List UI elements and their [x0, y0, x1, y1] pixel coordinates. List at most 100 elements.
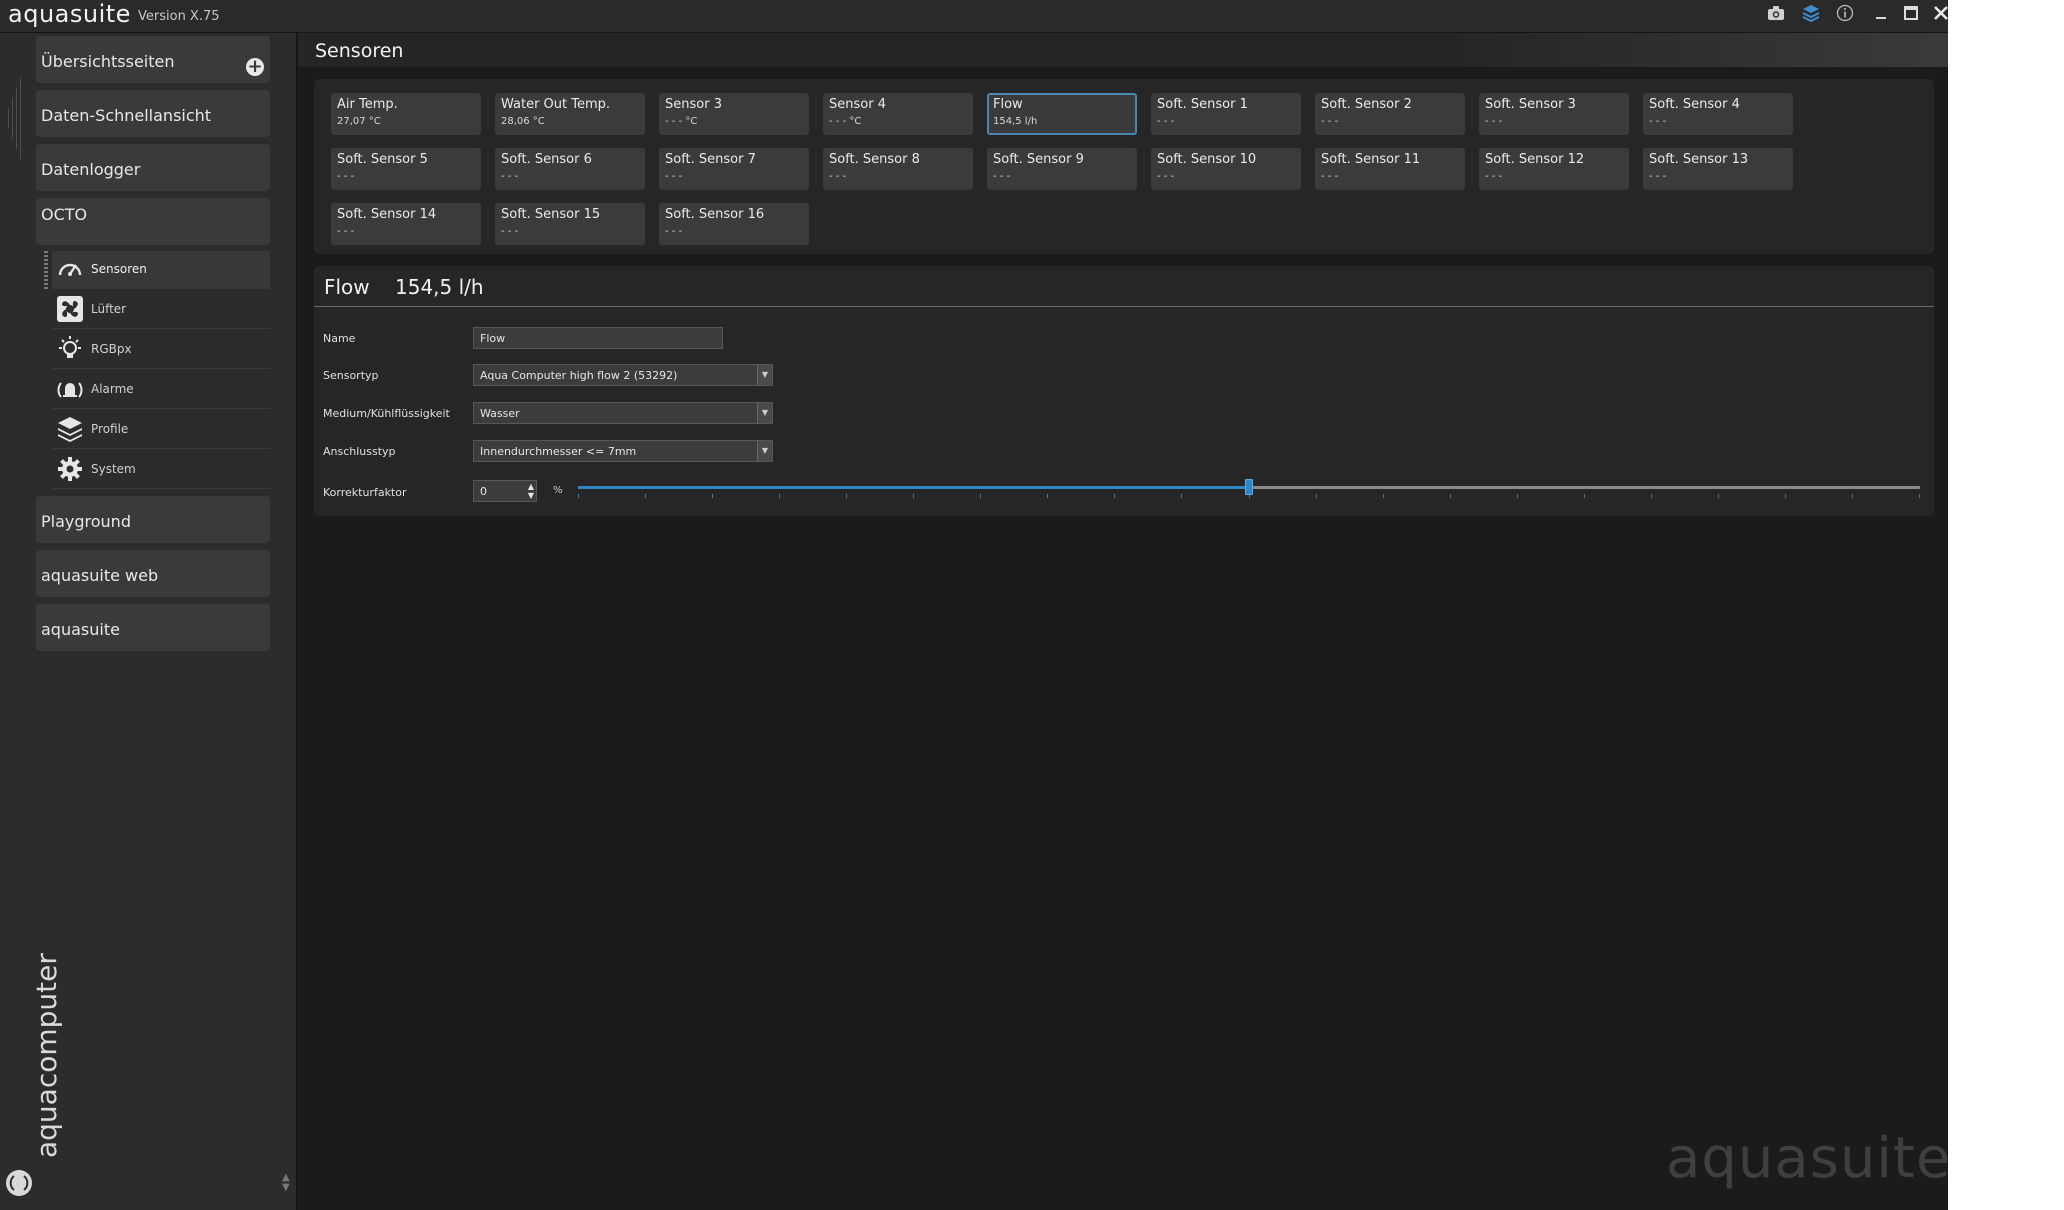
sensor-tile[interactable]: Air Temp. 27,07 °C — [331, 93, 481, 135]
close-icon[interactable] — [1928, 4, 1948, 28]
sidebar-item-luefter[interactable]: Lüfter — [52, 291, 270, 329]
sensortyp-selected-value: Aqua Computer high flow 2 (53292) — [480, 369, 678, 382]
sensor-tile-value: - - - — [1485, 171, 1503, 182]
korrekturfaktor-slider[interactable] — [578, 479, 1920, 502]
maximize-icon[interactable] — [1898, 4, 1924, 28]
sensor-tile[interactable]: Flow 154,5 l/h — [987, 93, 1137, 135]
sensor-tile[interactable]: Soft. Sensor 2 - - - — [1315, 93, 1465, 135]
slider-tick — [1449, 494, 1451, 498]
layers-icon[interactable] — [1798, 4, 1824, 28]
korrekturfaktor-value: 0 — [480, 485, 487, 498]
nav-label: OCTO — [41, 205, 88, 224]
title-bar: aquasuite Version X.75 — [0, 0, 1948, 33]
sensor-tile[interactable]: Soft. Sensor 14 - - - — [331, 203, 481, 245]
anschlusstyp-select[interactable]: Innendurchmesser <= 7mm ▼ — [473, 440, 773, 462]
korrekturfaktor-unit: % — [553, 485, 563, 496]
slider-tick — [1114, 494, 1116, 498]
sensortyp-select[interactable]: Aqua Computer high flow 2 (53292) ▼ — [473, 364, 773, 386]
info-icon[interactable] — [1832, 4, 1858, 28]
sidebar-item-alarme[interactable]: Alarme — [52, 371, 270, 409]
slider-tick — [1382, 494, 1384, 498]
sensor-tile-value: 28,06 °C — [501, 116, 545, 127]
nav-label: Übersichtsseiten — [41, 52, 175, 71]
sensor-tile[interactable]: Soft. Sensor 3 - - - — [1479, 93, 1629, 135]
detail-sensor-value: 154,5 l/h — [395, 275, 484, 299]
medium-label: Medium/Kühlflüssigkeit — [323, 407, 450, 420]
watermark-logo: aquasuite — [1666, 1126, 1948, 1191]
sensor-tile-value: - - - — [501, 171, 519, 182]
spin-arrows-icon[interactable]: ▲ ▼ — [528, 482, 534, 500]
sensor-tile-name: Soft. Sensor 9 — [993, 152, 1084, 167]
sensor-tile[interactable]: Soft. Sensor 13 - - - — [1643, 148, 1793, 190]
chevron-down-icon[interactable]: ▼ — [757, 365, 772, 385]
nav-label: Datenlogger — [41, 160, 141, 179]
nav-aquasuite-web[interactable]: aquasuite web — [36, 550, 270, 597]
sensor-tile[interactable]: Water Out Temp. 28,06 °C — [495, 93, 645, 135]
sidebar-item-rgbpx[interactable]: RGBpx — [52, 331, 270, 369]
sidebar-item-system[interactable]: System — [52, 451, 270, 489]
active-item-marker — [44, 251, 48, 289]
sensor-tile[interactable]: Sensor 3 - - - °C — [659, 93, 809, 135]
sensor-tile-name: Soft. Sensor 5 — [337, 152, 428, 167]
slider-tick — [1919, 494, 1920, 498]
sensor-tile[interactable]: Soft. Sensor 16 - - - — [659, 203, 809, 245]
sensor-tile-panel: Air Temp. 27,07 °C Water Out Temp. 28,06 °C… — [314, 79, 1934, 254]
sidebar-item-profile[interactable]: Profile — [52, 411, 270, 449]
plus-circle-icon[interactable]: + — [246, 58, 264, 76]
sensor-tile-value: - - - — [829, 171, 847, 182]
sensor-tile-value: - - - — [1485, 116, 1503, 127]
nav-octo[interactable]: OCTO — [36, 198, 270, 245]
slider-tick — [1784, 494, 1786, 498]
slider-thumb[interactable] — [1245, 479, 1253, 495]
name-input-value: Flow — [480, 332, 506, 345]
sensor-tile-name: Soft. Sensor 11 — [1321, 152, 1421, 167]
sensor-tile[interactable]: Sensor 4 - - - °C — [823, 93, 973, 135]
sensor-tile-name: Soft. Sensor 13 — [1649, 152, 1749, 167]
nav-datenlogger[interactable]: Datenlogger — [36, 144, 270, 191]
sensor-tile[interactable]: Soft. Sensor 11 - - - — [1315, 148, 1465, 190]
nav-playground[interactable]: Playground — [36, 496, 270, 543]
nav-uebersichtsseiten[interactable]: Übersichtsseiten + — [36, 36, 270, 83]
sensor-tile[interactable]: Soft. Sensor 1 - - - — [1151, 93, 1301, 135]
screenshot-camera-icon[interactable] — [1763, 4, 1789, 28]
sensor-tile[interactable]: Soft. Sensor 12 - - - — [1479, 148, 1629, 190]
sidebar-item-sensoren[interactable]: Sensoren — [52, 251, 270, 289]
sensor-tile[interactable]: Soft. Sensor 4 - - - — [1643, 93, 1793, 135]
sidebar-item-label: Sensoren — [91, 262, 147, 276]
sensor-tile[interactable]: Soft. Sensor 15 - - - — [495, 203, 645, 245]
sensor-tile[interactable]: Soft. Sensor 5 - - - — [331, 148, 481, 190]
sensor-tile-name: Soft. Sensor 12 — [1485, 152, 1585, 167]
sensor-tile[interactable]: Soft. Sensor 8 - - - — [823, 148, 973, 190]
aquacomputer-logo-icon — [6, 1170, 32, 1196]
slider-tick — [913, 494, 915, 498]
sensortyp-label: Sensortyp — [323, 369, 379, 382]
sensor-tile[interactable]: Soft. Sensor 9 - - - — [987, 148, 1137, 190]
sidebar-item-label: Alarme — [91, 382, 134, 396]
chevron-down-icon[interactable]: ▼ — [757, 403, 772, 423]
nav-aquasuite[interactable]: aquasuite — [36, 604, 270, 651]
korrekturfaktor-spinbox[interactable]: 0 ▲ ▼ — [473, 480, 537, 502]
medium-select[interactable]: Wasser ▼ — [473, 402, 773, 424]
sensor-tile-value: - - - — [1157, 116, 1175, 127]
sensor-tile-name: Soft. Sensor 3 — [1485, 97, 1576, 112]
sidebar-scroll-arrows-icon[interactable]: ▲ ▼ — [282, 1173, 290, 1193]
sensor-tile-value: - - - — [337, 226, 355, 237]
app-window: aquasuite Version X.75 Übersichtsseiten … — [0, 0, 1948, 1210]
detail-sensor-name: Flow — [324, 275, 370, 299]
minimize-icon[interactable] — [1868, 4, 1894, 28]
sensor-tile[interactable]: Soft. Sensor 10 - - - — [1151, 148, 1301, 190]
slider-tick — [712, 494, 714, 498]
name-input[interactable]: Flow — [473, 327, 723, 349]
chevron-down-icon[interactable]: ▼ — [757, 441, 772, 461]
slider-tick — [578, 494, 579, 498]
anschlusstyp-label: Anschlusstyp — [323, 445, 396, 458]
nav-label: Daten-Schnellansicht — [41, 106, 212, 125]
sidebar-collapse-handle[interactable] — [8, 73, 22, 163]
sensor-tile-name: Soft. Sensor 1 — [1157, 97, 1248, 112]
nav-daten-schnellansicht[interactable]: Daten-Schnellansicht — [36, 90, 270, 137]
sensor-tile-value: - - - — [1649, 171, 1667, 182]
sensor-tile-name: Flow — [993, 97, 1023, 112]
slider-tick — [1181, 494, 1183, 498]
sensor-tile[interactable]: Soft. Sensor 7 - - - — [659, 148, 809, 190]
sensor-tile[interactable]: Soft. Sensor 6 - - - — [495, 148, 645, 190]
